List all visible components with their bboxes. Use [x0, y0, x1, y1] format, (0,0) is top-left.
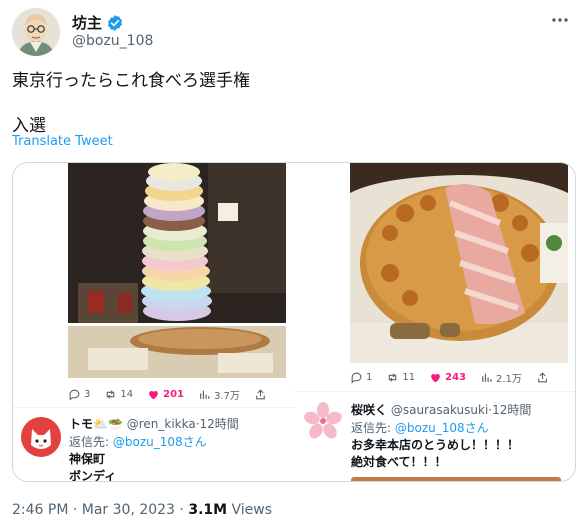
tweet-metadata: 2:46 PM · Mar 30, 2023 · 3.1M Views	[12, 502, 272, 518]
more-options-icon[interactable]	[550, 10, 570, 35]
reply-author-name[interactable]: 桜咲く	[351, 403, 387, 417]
reply-to: 返信先: @bozu_108さん	[69, 433, 207, 450]
views-count: 3.7万	[213, 391, 240, 402]
divider	[13, 407, 295, 408]
retweet-count: 11	[402, 372, 416, 383]
share-button[interactable]	[254, 388, 267, 401]
reply-count: 1	[366, 372, 373, 383]
reply-body-line-2: ボンディ	[69, 469, 117, 482]
media-right[interactable]: 1 11 243 2.1万 桜咲く @saurasakusuki·12時間 返信…	[295, 163, 575, 481]
left-actions: 3 14 201 3.7万	[68, 387, 281, 402]
reply-body: お多幸本店のとうめし！！！！ 絶対食べて！！！	[351, 437, 519, 471]
verified-badge-icon	[107, 14, 123, 31]
translate-tweet-link[interactable]: Translate Tweet	[12, 134, 113, 149]
views-total: 3.1M	[188, 502, 228, 518]
katsudon-photo	[350, 163, 568, 363]
reply-to: 返信先: @bozu_108さん	[351, 419, 489, 436]
heart-icon	[149, 390, 158, 400]
reply-body-line-2: 絶対食べて！！！	[351, 455, 447, 469]
media-card[interactable]: 3 14 201 3.7万 トモ⛅🥗 @ren_kikka·12時間 返信先: …	[12, 162, 576, 482]
heart-icon	[431, 373, 440, 383]
reply-time: ·12時間	[195, 417, 239, 431]
reply-button[interactable]: 3	[68, 388, 90, 401]
reply-body-line-1: 神保町	[69, 452, 106, 466]
retweet-count: 14	[120, 389, 134, 400]
tweet-timestamp[interactable]: 2:46 PM · Mar 30, 2023 ·	[12, 502, 188, 518]
reply-to-handle[interactable]: @bozu_108さん	[113, 435, 207, 449]
reply-avatar[interactable]	[21, 417, 61, 457]
right-actions: 1 11 243 2.1万	[350, 370, 563, 385]
monk-avatar-icon	[12, 8, 60, 56]
media-left[interactable]: 3 14 201 3.7万 トモ⛅🥗 @ren_kikka·12時間 返信先: …	[13, 163, 295, 482]
share-icon	[538, 372, 547, 383]
views-button[interactable]: 3.7万	[198, 387, 240, 402]
sakura-avatar-icon	[304, 402, 342, 439]
share-button[interactable]	[536, 371, 549, 384]
reply-icon	[69, 389, 80, 401]
retweet-icon	[389, 373, 397, 382]
reply-author-handle[interactable]: @ren_kikka	[127, 417, 196, 431]
reply-icon	[351, 372, 362, 384]
divider	[295, 391, 575, 392]
cat-avatar-icon	[21, 417, 61, 457]
views-button[interactable]: 2.1万	[480, 370, 522, 385]
reply-body: 神保町 ボンディ	[69, 451, 117, 482]
ice-cream-photo	[68, 163, 286, 378]
author-handle[interactable]: @bozu_108	[72, 33, 153, 49]
tweet-header: 坊主 @bozu_108	[12, 8, 576, 60]
views-count: 2.1万	[495, 374, 522, 385]
reply-button[interactable]: 1	[350, 371, 372, 384]
share-icon	[256, 389, 265, 400]
reply-to-prefix: 返信先:	[351, 421, 392, 435]
retweet-button[interactable]: 14	[104, 388, 133, 401]
next-media-peek	[351, 477, 561, 481]
reply-author-handle[interactable]: @saurasakusuki	[391, 403, 488, 417]
reply-body-line-1: お多幸本店のとうめし！！！！	[351, 438, 520, 452]
tweet-line-1: 東京行ったらこれ食べろ選手権	[12, 71, 250, 91]
reply-name-emoji: ⛅🥗	[93, 417, 123, 431]
reply-count: 3	[84, 389, 91, 400]
reply-to-handle[interactable]: @bozu_108さん	[395, 421, 489, 435]
like-button[interactable]: 243	[429, 371, 466, 384]
views-label: Views	[227, 502, 273, 518]
author-name[interactable]: 坊主	[72, 12, 102, 33]
like-button[interactable]: 201	[147, 388, 184, 401]
reply-author-name[interactable]: トモ	[69, 417, 93, 431]
retweet-button[interactable]: 11	[386, 371, 415, 384]
reply-avatar[interactable]	[303, 401, 343, 441]
author-avatar[interactable]	[12, 8, 60, 56]
reply-to-prefix: 返信先:	[69, 435, 110, 449]
reply-time: ·12時間	[488, 403, 532, 417]
analytics-icon	[482, 373, 492, 382]
like-count: 201	[163, 389, 184, 400]
like-count: 243	[445, 372, 466, 383]
analytics-icon	[200, 390, 210, 399]
retweet-icon	[107, 390, 115, 399]
